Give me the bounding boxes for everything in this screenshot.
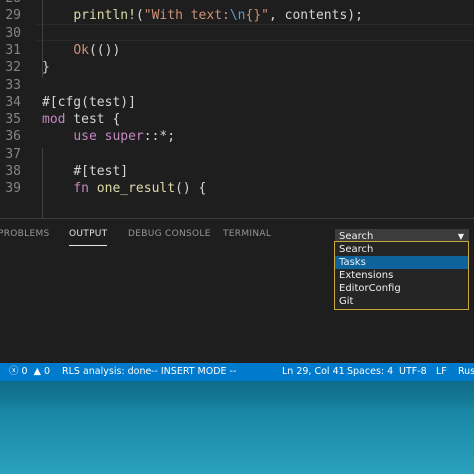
code-line[interactable]: 39 fn one_result() { xyxy=(0,180,474,197)
language-mode[interactable]: Rust xyxy=(458,363,474,381)
line-number: 28 xyxy=(0,0,21,7)
code-line[interactable]: 36 use super::*; xyxy=(0,128,474,145)
desktop-wave xyxy=(0,381,474,411)
line-number: 32 xyxy=(5,60,21,76)
code-text: } xyxy=(42,60,50,76)
output-channel-dropdown: Search Tasks Extensions EditorConfig Git xyxy=(334,241,469,310)
problems-indicator[interactable]: ⓧ 0 ▲ 0 xyxy=(9,363,50,381)
code-line[interactable]: 34 #[cfg(test)] xyxy=(0,94,474,111)
line-number: 38 xyxy=(5,164,21,179)
code-line[interactable]: 33 xyxy=(0,77,474,94)
code-text: mod test { xyxy=(42,112,121,128)
dropdown-option-search[interactable]: Search xyxy=(335,243,468,256)
line-number: 36 xyxy=(5,129,21,145)
code-line[interactable]: 35 mod test { xyxy=(0,111,474,128)
dropdown-option-tasks[interactable]: Tasks xyxy=(335,256,468,269)
encoding[interactable]: UTF-8 xyxy=(399,363,427,381)
status-bar: ⓧ 0 ▲ 0 RLS analysis: done -- INSERT MOD… xyxy=(0,363,474,381)
line-number: 33 xyxy=(5,77,21,93)
vim-mode: -- INSERT MODE -- xyxy=(151,366,237,377)
code-text: #[cfg(test)] xyxy=(42,94,136,110)
line-number: 37 xyxy=(5,146,21,162)
dropdown-option-extensions[interactable]: Extensions xyxy=(335,269,468,282)
error-count: 0 xyxy=(21,366,28,377)
tab-terminal[interactable]: TERMINAL xyxy=(223,229,271,239)
code-editor[interactable]: 28 29 println!("With text:\n{}", content… xyxy=(0,0,474,218)
code-line[interactable]: 29 println!("With text:\n{}", contents); xyxy=(0,7,474,24)
line-number: 35 xyxy=(5,112,21,128)
error-icon: ⓧ xyxy=(9,366,19,377)
code-line[interactable]: 31 Ok(()) xyxy=(0,42,474,59)
tab-debug-console[interactable]: DEBUG CONSOLE xyxy=(128,229,211,239)
warning-icon: ▲ xyxy=(30,366,41,377)
code-line[interactable]: 28 xyxy=(0,0,474,7)
rls-status[interactable]: RLS analysis: done xyxy=(62,363,151,381)
indentation[interactable]: Spaces: 4 xyxy=(347,363,393,381)
line-number: 34 xyxy=(5,94,21,110)
code-line[interactable]: 32} xyxy=(0,59,474,76)
tab-output[interactable]: OUTPUT xyxy=(69,229,108,246)
line-number: 39 xyxy=(5,181,21,197)
code-line[interactable]: 30 xyxy=(0,25,474,42)
code-text: Ok(()) xyxy=(73,42,121,58)
line-number: 31 xyxy=(5,42,21,58)
dropdown-option-git[interactable]: Git xyxy=(335,295,468,308)
tab-problems[interactable]: PROBLEMS xyxy=(0,229,50,239)
code-line[interactable]: 38 #[test] xyxy=(0,163,474,180)
code-text: #[test] xyxy=(73,164,129,179)
line-number: 30 xyxy=(5,25,21,41)
code-text: fn one_result() { xyxy=(73,181,207,197)
desktop-background xyxy=(0,381,474,474)
code-line[interactable]: 37 xyxy=(0,146,474,163)
cursor-position[interactable]: Ln 29, Col 41 xyxy=(282,363,345,381)
end-of-line[interactable]: LF xyxy=(436,363,447,381)
code-text: println!("With text:\n{}", contents); xyxy=(73,8,363,24)
code-text: use super::*; xyxy=(73,129,176,145)
line-number: 29 xyxy=(5,8,21,24)
warning-count: 0 xyxy=(43,366,51,377)
dropdown-option-editorconfig[interactable]: EditorConfig xyxy=(335,282,468,295)
